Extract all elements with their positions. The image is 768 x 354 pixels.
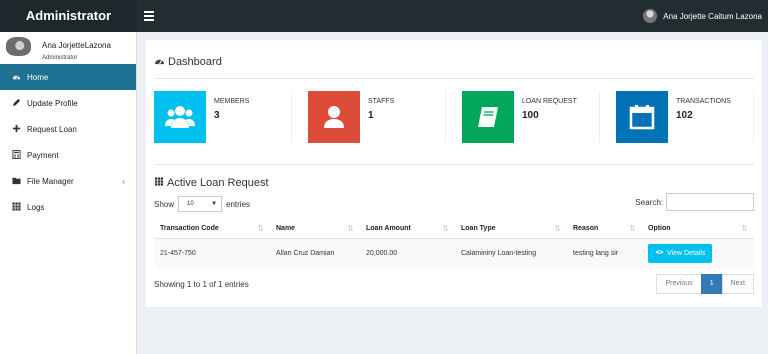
dashboard-icon bbox=[154, 56, 165, 68]
divider bbox=[154, 164, 754, 165]
sidebar-user-role: Administrator bbox=[42, 55, 78, 61]
brand-title[interactable]: Administrator bbox=[0, 0, 137, 32]
sidebar-item-label: Logs bbox=[27, 202, 45, 212]
pagination: Previous 1 Next bbox=[656, 274, 754, 294]
top-navbar: Administrator Ana Jorjette Caitum Lazona bbox=[0, 0, 768, 32]
calculator-icon bbox=[11, 149, 21, 161]
folder-icon bbox=[11, 176, 21, 187]
sidebar-item-logs[interactable]: Logs bbox=[0, 194, 136, 220]
dashboard-icon bbox=[11, 72, 21, 83]
members-card[interactable]: MEMBERS 3 bbox=[154, 91, 292, 143]
loans-title: Active Loan Request bbox=[167, 177, 269, 189]
page-length-select[interactable]: 10 ▼ bbox=[178, 196, 223, 212]
entries-label: entries bbox=[226, 199, 251, 209]
sort-icon: ⇅ bbox=[554, 224, 561, 233]
staffs-card[interactable]: STAFFS 1 bbox=[308, 91, 446, 143]
column-header[interactable]: Loan Type ⇅ bbox=[455, 219, 567, 239]
view-details-button[interactable]: View Details bbox=[648, 243, 713, 263]
pencil-icon bbox=[11, 98, 21, 109]
page-length-value: 10 bbox=[187, 201, 194, 207]
chevron-left-icon: ‹ bbox=[122, 176, 125, 186]
name-cell: Allan Cruz Damian bbox=[270, 238, 360, 268]
card-label: LOAN REQUEST bbox=[522, 98, 577, 105]
card-label: STAFFS bbox=[368, 98, 395, 105]
calendar-icon bbox=[616, 91, 668, 143]
view-details-label: View Details bbox=[667, 249, 706, 257]
card-label: TRANSACTIONS bbox=[676, 98, 731, 105]
next-button[interactable]: Next bbox=[721, 274, 754, 294]
table-header-row: Transaction Code ⇅ Name ⇅ Loan Amount ⇅ Loa… bbox=[154, 219, 754, 239]
transactions-card[interactable]: TRANSACTIONS 102 bbox=[616, 91, 754, 143]
sidebar-item-label: Update Profile bbox=[27, 98, 78, 108]
reason-cell: testing lang sir bbox=[567, 238, 642, 268]
sort-icon: ⇅ bbox=[741, 224, 748, 233]
card-value: 100 bbox=[522, 110, 539, 121]
page-length-control: Show 10 ▼ entries bbox=[154, 196, 250, 212]
loan-amount-cell: 20,000.00 bbox=[360, 238, 455, 268]
column-header[interactable]: Option ⇅ bbox=[642, 219, 754, 239]
page-title: Dashboard bbox=[154, 56, 222, 68]
sort-icon: ⇅ bbox=[629, 224, 636, 233]
sidebar-item-file-manager[interactable]: File Manager ‹ bbox=[0, 168, 136, 194]
main-content: Dashboard MEMBERS 3 STAFFS 1 LOAN REQUES… bbox=[146, 40, 762, 307]
top-user-menu[interactable]: Ana Jorjette Caitum Lazona bbox=[643, 0, 762, 32]
transaction-code-cell: 21-457-750 bbox=[154, 238, 270, 268]
card-value: 1 bbox=[368, 110, 374, 121]
avatar bbox=[643, 9, 658, 23]
chevron-down-icon: ▼ bbox=[211, 201, 218, 207]
section-title: Active Loan Request bbox=[154, 177, 269, 189]
sidebar-item-label: File Manager bbox=[27, 176, 74, 186]
card-value: 102 bbox=[676, 110, 693, 121]
top-user-name: Ana Jorjette Caitum Lazona bbox=[663, 11, 762, 21]
divider bbox=[154, 78, 754, 79]
sidebar-item-home[interactable]: Home bbox=[0, 64, 136, 90]
previous-button[interactable]: Previous bbox=[656, 274, 702, 294]
grid-icon bbox=[154, 177, 164, 189]
column-header[interactable]: Reason ⇅ bbox=[567, 219, 642, 239]
option-cell: View Details bbox=[642, 238, 754, 268]
card-label: MEMBERS bbox=[214, 98, 250, 105]
search-control: Search: bbox=[635, 193, 754, 211]
table-row: 21-457-750 Allan Cruz Damian 20,000.00 C… bbox=[154, 238, 754, 268]
user-panel: Ana JorjetteLazona Administrator bbox=[0, 32, 136, 64]
avatar bbox=[6, 37, 31, 56]
eye-icon bbox=[655, 249, 664, 257]
loan-table: Transaction Code ⇅ Name ⇅ Loan Amount ⇅ Loa… bbox=[154, 219, 754, 268]
table-info: Showing 1 to 1 of 1 entries bbox=[154, 280, 249, 289]
grid-icon bbox=[11, 201, 21, 213]
card-value: 3 bbox=[214, 110, 220, 121]
sidebar-item-label: Payment bbox=[27, 150, 59, 160]
column-header[interactable]: Loan Amount ⇅ bbox=[360, 219, 455, 239]
book-icon bbox=[462, 91, 514, 143]
sort-icon: ⇅ bbox=[442, 224, 449, 233]
sidebar-item-label: Request Loan bbox=[27, 124, 77, 134]
loan-request-card[interactable]: LOAN REQUEST 100 bbox=[462, 91, 600, 143]
sort-icon: ⇅ bbox=[257, 224, 264, 233]
menu-toggle-icon[interactable] bbox=[144, 9, 154, 23]
sidebar-item-payment[interactable]: Payment bbox=[0, 142, 136, 168]
loan-type-cell: Calamininy Loan-testing bbox=[455, 238, 567, 268]
column-header[interactable]: Transaction Code ⇅ bbox=[154, 219, 270, 239]
search-label: Search: bbox=[635, 197, 663, 207]
sort-icon: ⇅ bbox=[347, 224, 354, 233]
sidebar-item-label: Home bbox=[27, 72, 49, 82]
column-header[interactable]: Name ⇅ bbox=[270, 219, 360, 239]
plus-icon bbox=[11, 124, 21, 135]
sidebar-item-request-loan[interactable]: Request Loan bbox=[0, 116, 136, 142]
show-label: Show bbox=[154, 199, 175, 209]
search-input[interactable] bbox=[666, 193, 754, 211]
sidebar: Ana JorjetteLazona Administrator Home Up… bbox=[0, 32, 137, 354]
page-1-button[interactable]: 1 bbox=[700, 274, 723, 294]
sidebar-user-name: Ana JorjetteLazona bbox=[42, 41, 111, 50]
users-icon bbox=[154, 91, 206, 143]
sidebar-item-update-profile[interactable]: Update Profile bbox=[0, 90, 136, 116]
dashboard-title: Dashboard bbox=[168, 56, 222, 68]
user-icon bbox=[308, 91, 360, 143]
